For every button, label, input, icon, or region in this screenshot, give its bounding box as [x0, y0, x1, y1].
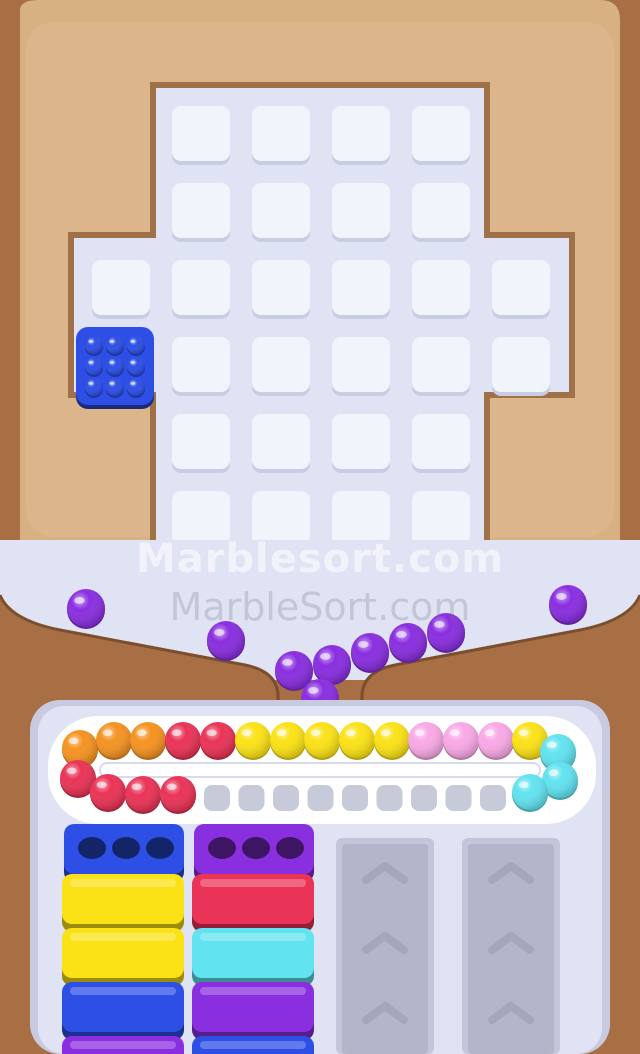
conveyor-marble — [512, 774, 548, 812]
conveyor-marble — [408, 722, 444, 760]
board-tile[interactable] — [412, 337, 470, 396]
board-tile[interactable] — [332, 183, 390, 242]
conveyor-marble — [160, 776, 196, 814]
conveyor-marble — [374, 722, 410, 760]
board-tile[interactable] — [252, 337, 310, 396]
holder-4[interactable] — [462, 838, 560, 1054]
empty-slot — [376, 785, 403, 811]
funnel-marble — [351, 633, 389, 673]
board-tile[interactable] — [252, 260, 310, 319]
board-tile[interactable] — [172, 260, 230, 319]
block-ball — [127, 378, 145, 398]
board-tile[interactable] — [492, 260, 550, 319]
game-scene — [0, 0, 640, 1054]
cup-hole — [242, 837, 270, 859]
conveyor-marble — [130, 722, 166, 760]
block-ball — [127, 357, 145, 377]
board-tile[interactable] — [492, 337, 550, 396]
conveyor-marble — [96, 722, 132, 760]
game-screen: Marblesort.com MarbleSort.com — [0, 0, 640, 1054]
board-tile[interactable] — [332, 106, 390, 165]
cup-hole — [146, 837, 174, 859]
empty-slot — [342, 785, 368, 811]
empty-slot — [273, 785, 299, 811]
funnel-marble — [207, 621, 245, 661]
board-tile[interactable] — [252, 414, 310, 473]
board-tile[interactable] — [172, 414, 230, 473]
cup-hole — [276, 837, 304, 859]
block-ball — [85, 378, 103, 398]
block-ball — [106, 378, 124, 398]
board-tile[interactable] — [172, 337, 230, 396]
board-tile[interactable] — [252, 106, 310, 165]
block-ball — [106, 336, 124, 356]
empty-slot — [411, 785, 437, 811]
board-tile[interactable] — [252, 183, 310, 242]
placed-blocks — [76, 327, 154, 409]
cup-hole — [208, 837, 236, 859]
conveyor-marble — [90, 774, 126, 812]
funnel-marble — [389, 623, 427, 663]
conveyor-marble — [125, 776, 161, 814]
board-tile[interactable] — [332, 414, 390, 473]
cup-hole — [112, 837, 140, 859]
block-ball — [106, 357, 124, 377]
board-tile[interactable] — [412, 183, 470, 242]
block-ball — [85, 336, 103, 356]
conveyor-empty-slots — [204, 785, 506, 811]
block-ball — [85, 357, 103, 377]
conveyor-divider — [99, 762, 541, 778]
empty-slot — [307, 785, 334, 811]
funnel-marble — [427, 613, 465, 653]
board-tile[interactable] — [92, 260, 150, 319]
conveyor-marble — [339, 722, 375, 760]
conveyor-marble — [200, 722, 236, 760]
holder-2[interactable] — [192, 824, 314, 1054]
board-tile[interactable] — [412, 414, 470, 473]
block-blue[interactable] — [76, 327, 154, 409]
holders — [62, 824, 560, 1054]
board-tile[interactable] — [412, 260, 470, 319]
empty-slot — [238, 785, 265, 811]
board-tile[interactable] — [172, 106, 230, 165]
conveyor-marble — [270, 722, 306, 760]
board-tile[interactable] — [172, 183, 230, 242]
funnel-marble — [549, 585, 587, 625]
conveyor-marble — [165, 722, 201, 760]
empty-slot — [204, 785, 230, 811]
conveyor-marble — [304, 722, 340, 760]
conveyor-marble — [443, 722, 479, 760]
board-tile[interactable] — [412, 106, 470, 165]
conveyor-marble — [478, 722, 514, 760]
holder-3[interactable] — [336, 838, 434, 1054]
funnel-marble — [67, 589, 105, 629]
board-tile[interactable] — [332, 337, 390, 396]
cup-hole — [78, 837, 106, 859]
board-tile[interactable] — [332, 260, 390, 319]
empty-slot — [445, 785, 472, 811]
funnel-marble — [313, 645, 351, 685]
holder-1[interactable] — [62, 824, 184, 1054]
conveyor-marble — [235, 722, 271, 760]
empty-slot — [480, 785, 506, 811]
block-ball — [127, 336, 145, 356]
